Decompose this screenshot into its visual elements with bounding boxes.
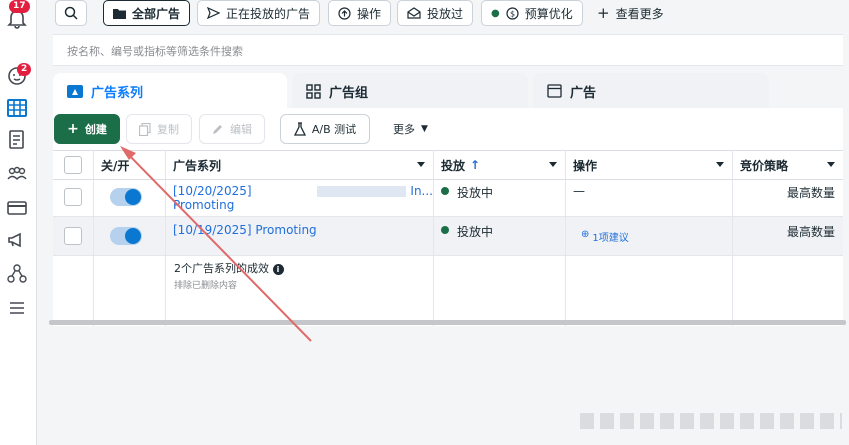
ads-manager-table-icon[interactable] bbox=[5, 96, 29, 120]
arrow-up-circle-icon bbox=[338, 6, 351, 20]
header-delivery[interactable]: 投放 ↑ bbox=[433, 151, 565, 179]
ab-test-button[interactable]: A/B 测试 bbox=[280, 114, 370, 144]
filter-budget-optimization[interactable]: ● $ 预算优化 bbox=[481, 0, 583, 26]
plus-icon: + bbox=[597, 4, 610, 22]
redacted-text bbox=[316, 186, 407, 197]
search-input-placeholder: 按名称、编号或指标等筛选条件搜索 bbox=[67, 45, 243, 58]
megaphone-icon[interactable] bbox=[5, 228, 29, 252]
campaign-name-link[interactable]: [10/19/2025] Promoting bbox=[165, 217, 433, 255]
filter-all-ads[interactable]: 全部广告 bbox=[103, 0, 191, 26]
tab-campaigns[interactable]: 广告系列 bbox=[53, 73, 287, 109]
header-campaign[interactable]: 广告系列 bbox=[165, 151, 433, 179]
flask-icon bbox=[293, 122, 306, 136]
status-dot-icon bbox=[441, 226, 449, 234]
header-bid-strategy[interactable]: 竞价策略 bbox=[732, 151, 843, 179]
actions-cell: — bbox=[573, 184, 585, 198]
search-button[interactable] bbox=[55, 0, 87, 26]
dollar-circle-icon: $ bbox=[506, 6, 519, 20]
green-dot-icon: ● bbox=[491, 7, 500, 19]
sort-ascending-icon: ↑ bbox=[470, 158, 481, 172]
campaigns-panel: + 创建 复制 编辑 A/B 测试 更多 ▼ 关/开 广告系列 投放 ↑ 操作 bbox=[53, 108, 843, 326]
edit-button[interactable]: 编辑 bbox=[199, 114, 265, 144]
delivery-status: 投放中 bbox=[433, 217, 565, 255]
tab-ad-sets[interactable]: 广告组 bbox=[292, 73, 528, 109]
header-toggle[interactable]: 关/开 bbox=[93, 151, 165, 179]
billing-card-icon[interactable] bbox=[5, 196, 29, 220]
results-summary-subtitle: 排除已删除内容 bbox=[174, 281, 238, 291]
header-actions[interactable]: 操作 bbox=[565, 151, 732, 179]
copy-icon bbox=[139, 122, 151, 136]
caret-down-icon: ▼ bbox=[421, 124, 428, 134]
svg-text:$: $ bbox=[510, 9, 515, 18]
folder-icon bbox=[113, 8, 126, 19]
table-row[interactable]: [10/20/2025] Promoting In... 投放中 — 最高数量 bbox=[53, 178, 843, 217]
tab-ads[interactable]: 广告 bbox=[533, 73, 769, 109]
left-nav-rail: 17 2 bbox=[0, 0, 37, 445]
campaign-folder-icon bbox=[67, 85, 83, 98]
business-network-icon[interactable] bbox=[5, 262, 29, 286]
send-icon bbox=[207, 7, 220, 19]
row-checkbox[interactable] bbox=[64, 227, 82, 245]
filter-delivered[interactable]: 投放过 bbox=[397, 0, 474, 26]
campaign-toggle[interactable] bbox=[110, 188, 142, 206]
horizontal-scrollbar[interactable] bbox=[49, 320, 846, 325]
create-button[interactable]: + 创建 bbox=[54, 114, 120, 144]
filter-search-bar[interactable]: 按名称、编号或指标等筛选条件搜索 bbox=[53, 34, 843, 66]
messages-badge: 2 bbox=[17, 63, 32, 76]
search-icon bbox=[64, 6, 78, 20]
results-summary: 2个广告系列的成效 i bbox=[174, 260, 284, 276]
campaign-name-link[interactable]: [10/20/2025] Promoting In... bbox=[165, 178, 433, 216]
plus-icon: + bbox=[67, 121, 79, 137]
caret-down-icon bbox=[549, 162, 557, 167]
envelope-open-icon bbox=[407, 7, 421, 19]
bid-strategy-cell: 最高数量 bbox=[786, 186, 835, 200]
filter-actions[interactable]: 操作 bbox=[328, 0, 392, 26]
info-icon[interactable]: i bbox=[272, 263, 284, 275]
arrow-up-circle-icon: ⊕ bbox=[581, 229, 590, 240]
menu-icon[interactable] bbox=[5, 296, 29, 320]
notifications-badge: 17 bbox=[9, 0, 30, 13]
filter-active-ads[interactable]: 正在投放的广告 bbox=[197, 0, 321, 26]
recommendations-link[interactable]: ⊕ 1项建议 bbox=[565, 217, 732, 255]
delivery-status: 投放中 bbox=[433, 178, 565, 216]
pencil-icon bbox=[213, 125, 222, 134]
table-row[interactable]: [10/19/2025] Promoting 投放中 ⊕ 1项建议 最高数量 bbox=[53, 217, 843, 256]
campaign-toggle[interactable] bbox=[110, 227, 142, 245]
caret-down-icon bbox=[417, 162, 425, 167]
caret-down-icon bbox=[716, 162, 724, 167]
more-dropdown[interactable]: 更多 ▼ bbox=[383, 114, 438, 144]
audiences-icon[interactable] bbox=[5, 162, 29, 186]
ad-window-icon bbox=[547, 84, 562, 98]
pages-icon[interactable] bbox=[5, 128, 29, 152]
caret-down-icon bbox=[827, 162, 835, 167]
duplicate-button[interactable]: 复制 bbox=[126, 114, 192, 144]
bid-strategy-cell: 最高数量 bbox=[786, 225, 835, 239]
select-all-checkbox[interactable] bbox=[64, 156, 82, 174]
grid-icon bbox=[306, 83, 321, 99]
watermark bbox=[580, 413, 842, 429]
filter-see-more[interactable]: + 查看更多 bbox=[588, 0, 673, 26]
table-header-row: 关/开 广告系列 投放 ↑ 操作 竞价策略 bbox=[53, 150, 843, 180]
status-dot-icon bbox=[441, 187, 449, 195]
row-checkbox[interactable] bbox=[64, 188, 82, 206]
